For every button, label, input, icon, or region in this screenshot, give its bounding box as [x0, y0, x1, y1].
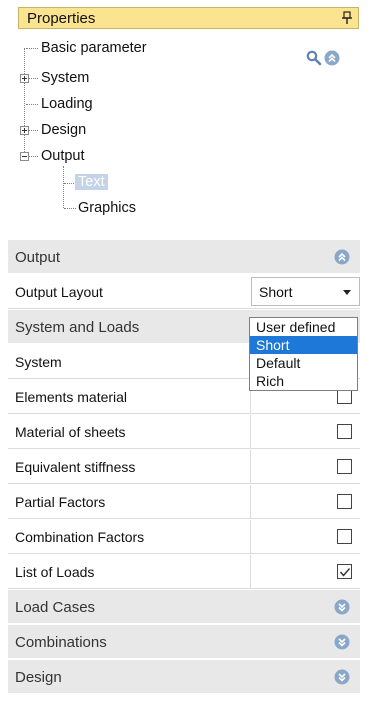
tree-item-label: System: [41, 70, 90, 86]
properties-header: Properties: [18, 7, 359, 29]
row-label: Combination Factors: [15, 529, 145, 545]
material-of-sheets-checkbox[interactable]: [337, 424, 352, 439]
expand-section-icon[interactable]: [334, 669, 350, 685]
row-label: Material of sheets: [15, 424, 126, 440]
equivalent-stiffness-checkbox[interactable]: [337, 459, 352, 474]
tree-item-label: Design: [41, 122, 87, 138]
tree-item-design[interactable]: Design: [41, 122, 86, 138]
list-of-loads-checkbox[interactable]: [337, 564, 352, 579]
partial-factors-checkbox[interactable]: [337, 494, 352, 509]
row-label: List of Loads: [15, 564, 95, 580]
tree-item-output[interactable]: Output: [41, 148, 85, 164]
tree-item-basic-parameter[interactable]: Basic parameter: [41, 40, 147, 56]
section-load-cases[interactable]: Load Cases: [8, 590, 360, 624]
tree-item-label: Basic parameter: [41, 40, 147, 56]
section-label: Load Cases: [15, 599, 96, 616]
expand-section-icon[interactable]: [334, 599, 350, 615]
tree-item-label: Output: [41, 148, 85, 164]
row-label: Partial Factors: [15, 494, 106, 510]
collapse-icon[interactable]: [20, 152, 29, 161]
collapse-all-icon[interactable]: [324, 50, 340, 66]
collapse-section-icon[interactable]: [334, 249, 350, 265]
row-equivalent-stiffness: Equivalent stiffness: [8, 450, 360, 484]
output-layout-dropdown: User defined Short Default Rich: [249, 317, 358, 391]
dropdown-option-short[interactable]: Short: [250, 336, 357, 354]
elements-material-checkbox[interactable]: [337, 389, 352, 404]
section-label: System and Loads: [15, 319, 140, 336]
tree-item-label: Loading: [41, 96, 93, 112]
dropdown-option-rich[interactable]: Rich: [250, 372, 357, 390]
section-label: Design: [15, 669, 62, 686]
row-label: Elements material: [15, 389, 128, 405]
tree-item-text[interactable]: Text: [75, 174, 108, 190]
section-combinations[interactable]: Combinations: [8, 625, 360, 659]
row-output-layout: Output Layout Short: [8, 275, 360, 309]
search-icon[interactable]: [306, 50, 322, 66]
output-layout-select[interactable]: Short: [251, 277, 360, 306]
combination-factors-checkbox[interactable]: [337, 529, 352, 544]
tree-item-label: Text: [75, 174, 108, 190]
row-label: Output Layout: [15, 284, 103, 300]
row-material-of-sheets: Material of sheets: [8, 415, 360, 449]
dropdown-option-user-defined[interactable]: User defined: [250, 318, 357, 336]
row-label: System: [15, 354, 62, 370]
chevron-down-icon[interactable]: [343, 290, 351, 295]
tree-item-system[interactable]: System: [41, 70, 89, 86]
row-label: Equivalent stiffness: [15, 459, 136, 475]
select-value: Short: [259, 284, 293, 300]
tree-item-label: Graphics: [78, 200, 137, 216]
properties-title: Properties: [27, 10, 96, 27]
tree-item-loading[interactable]: Loading: [41, 96, 93, 112]
expand-icon[interactable]: [20, 126, 29, 135]
expand-section-icon[interactable]: [334, 634, 350, 650]
navigation-tree: Basic parameter System Loading Design Ou…: [20, 38, 340, 228]
row-partial-factors: Partial Factors: [8, 485, 360, 519]
pin-icon[interactable]: [342, 11, 352, 25]
row-list-of-loads: List of Loads: [8, 555, 360, 589]
expand-icon[interactable]: [20, 74, 29, 83]
row-combination-factors: Combination Factors: [8, 520, 360, 554]
section-design[interactable]: Design: [8, 660, 360, 694]
section-label: Combinations: [15, 634, 107, 651]
section-output[interactable]: Output: [8, 240, 360, 274]
dropdown-option-default[interactable]: Default: [250, 354, 357, 372]
section-label: Output: [15, 249, 61, 266]
tree-item-graphics[interactable]: Graphics: [78, 200, 136, 216]
checkmark-icon: [339, 568, 351, 577]
